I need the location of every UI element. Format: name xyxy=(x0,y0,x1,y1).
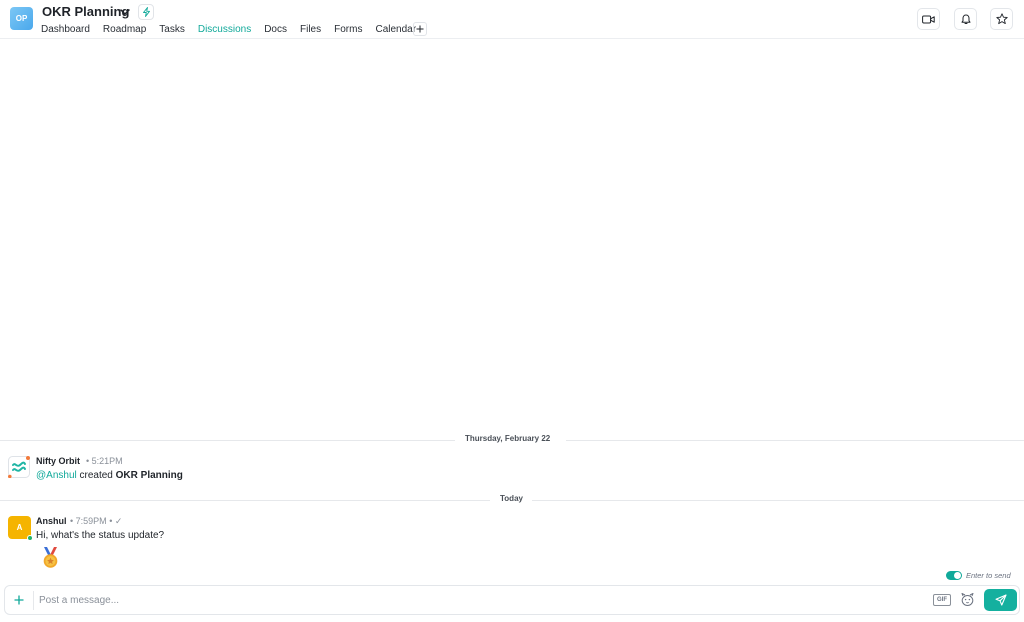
video-icon xyxy=(922,15,935,23)
medal-emoji-icon[interactable] xyxy=(40,547,61,569)
nifty-orbit-logo-icon[interactable] xyxy=(8,456,30,478)
message-time: 5:21PM xyxy=(91,456,123,466)
divider-line xyxy=(0,440,455,441)
date-separator: Today xyxy=(0,494,1024,506)
send-icon xyxy=(994,594,1007,606)
automation-button[interactable] xyxy=(138,4,154,20)
meta-dot: • xyxy=(106,516,115,526)
message-author[interactable]: Anshul xyxy=(36,516,67,526)
bolt-icon xyxy=(142,7,150,17)
plus-icon xyxy=(14,595,24,605)
bell-icon xyxy=(961,14,970,24)
chevron-down-icon[interactable] xyxy=(120,7,130,17)
message-composer: GIF xyxy=(4,585,1020,615)
project-tabs: Dashboard Roadmap Tasks Discussions Docs… xyxy=(41,24,429,36)
tab-tasks[interactable]: Tasks xyxy=(159,24,185,36)
enter-to-send-toggle[interactable]: Enter to send xyxy=(946,571,1011,580)
plus-icon xyxy=(416,25,424,33)
user-mention[interactable]: @Anshul xyxy=(36,470,77,481)
gif-button[interactable]: GIF xyxy=(933,594,951,606)
tab-roadmap[interactable]: Roadmap xyxy=(103,24,146,36)
attach-button[interactable] xyxy=(11,592,27,608)
add-tab-button[interactable] xyxy=(413,22,427,36)
tab-dashboard[interactable]: Dashboard xyxy=(41,24,90,36)
divider-line xyxy=(532,500,1024,501)
emoji-icon[interactable] xyxy=(960,592,975,607)
message-time: 7:59PM xyxy=(75,516,107,526)
notifications-button[interactable] xyxy=(954,8,977,30)
project-title[interactable]: OKR Planning xyxy=(42,4,129,19)
send-button[interactable] xyxy=(984,589,1017,611)
video-call-button[interactable] xyxy=(917,8,940,30)
message-text: Hi, what's the status update? xyxy=(36,530,165,541)
message-meta: • 5:21PM xyxy=(86,456,123,466)
enter-to-send-label: Enter to send xyxy=(966,571,1011,580)
date-separator: Thursday, February 22 xyxy=(0,434,1024,446)
online-status-dot xyxy=(27,535,33,541)
tab-forms[interactable]: Forms xyxy=(334,24,362,36)
tab-calendar[interactable]: Calendar xyxy=(375,24,416,36)
tab-files[interactable]: Files xyxy=(300,24,321,36)
check-icon: ✓ xyxy=(114,516,123,526)
message-item: Nifty Orbit • 5:21PM @Anshul created OKR… xyxy=(0,454,1024,486)
message-author[interactable]: Nifty Orbit xyxy=(36,456,80,466)
date-label: Today xyxy=(500,494,523,503)
divider-line xyxy=(566,440,1024,441)
date-label: Thursday, February 22 xyxy=(465,434,551,443)
message-body: @Anshul created OKR Planning xyxy=(36,470,183,481)
project-name-bold: OKR Planning xyxy=(115,470,183,481)
composer-divider xyxy=(33,591,34,610)
favorite-button[interactable] xyxy=(990,8,1013,30)
project-header: OP OKR Planning Dashboard Roadmap Tasks … xyxy=(0,0,1024,39)
project-avatar[interactable]: OP xyxy=(10,7,33,30)
tab-discussions[interactable]: Discussions xyxy=(198,24,251,36)
message-item: A Anshul • 7:59PM • ✓ Hi, what's the sta… xyxy=(0,514,1024,572)
message-text: created xyxy=(79,470,113,481)
tab-docs[interactable]: Docs xyxy=(264,24,287,36)
toggle-switch[interactable] xyxy=(946,571,962,580)
star-icon xyxy=(995,13,1008,25)
message-meta: • 7:59PM • ✓ xyxy=(70,516,122,527)
divider-line xyxy=(0,500,490,501)
message-input[interactable] xyxy=(39,592,889,609)
